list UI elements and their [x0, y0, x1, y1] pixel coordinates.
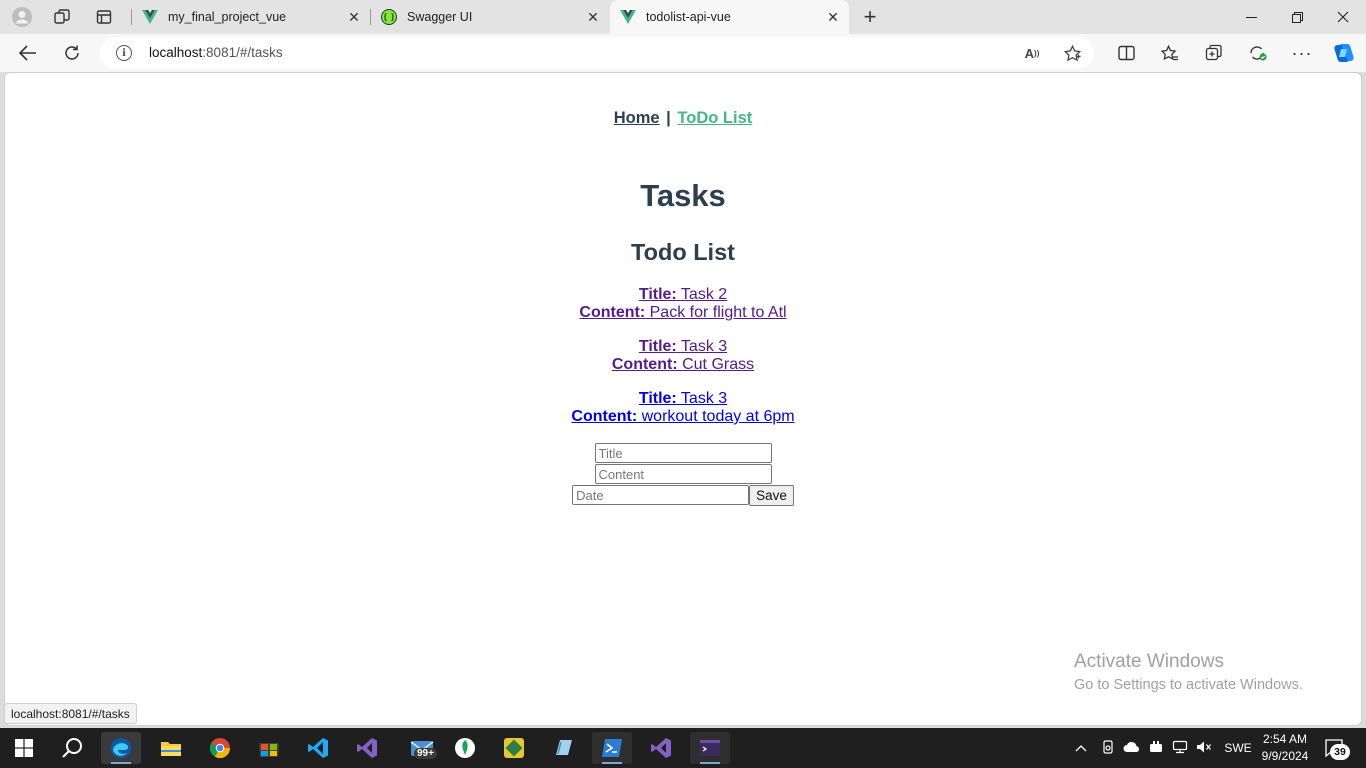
system-tray: SWE — [1072, 728, 1256, 768]
edge-taskbar-icon[interactable] — [101, 732, 141, 764]
clock[interactable]: 2:54 AM 9/9/2024 — [1256, 731, 1314, 765]
browser-essentials-icon[interactable] — [1243, 39, 1273, 67]
visual-studio-2-icon[interactable] — [641, 732, 681, 764]
restore-icon[interactable] — [1274, 0, 1320, 34]
close-window-icon[interactable] — [1320, 0, 1366, 34]
date-input[interactable] — [572, 485, 750, 505]
profile-icon[interactable] — [8, 4, 36, 30]
start-icon[interactable] — [4, 732, 44, 764]
onedrive-cloud-icon[interactable] — [1120, 741, 1144, 756]
settings-more-icon[interactable]: ··· — [1287, 39, 1317, 67]
task-title: Task 3 — [680, 390, 728, 407]
page-viewport: Home | ToDo List Tasks Todo List Title: … — [4, 72, 1362, 726]
activate-windows-watermark: Activate Windows Go to Settings to activ… — [1074, 651, 1303, 693]
task-content-label: Content: — [611, 356, 678, 373]
clock-date: 9/9/2024 — [1261, 749, 1309, 763]
address-url[interactable]: localhost:8081/#/tasks — [149, 45, 283, 60]
swagger-logo-icon — [381, 9, 397, 25]
windows-taskbar: 99+ SWE 2:54 AM 9/9/2024 39 — [0, 728, 1366, 768]
minimize-icon[interactable] — [1228, 0, 1274, 34]
copilot-icon[interactable] — [1329, 39, 1359, 67]
top-nav: Home | ToDo List — [5, 109, 1361, 128]
task-content-label: Content: — [579, 304, 646, 321]
notepad-icon[interactable] — [543, 732, 583, 764]
tab-actions-icon[interactable] — [90, 4, 118, 30]
link-status-bar: localhost:8081/#/tasks — [4, 703, 137, 724]
chrome-icon[interactable] — [200, 732, 240, 764]
mail-badge: 99+ — [414, 748, 437, 759]
search-icon[interactable] — [52, 732, 92, 764]
task-content: Pack for flight to Atl — [649, 304, 787, 321]
microsoft-store-icon[interactable] — [249, 732, 289, 764]
nav-home-link[interactable]: Home — [614, 109, 660, 127]
watermark-line-1: Activate Windows — [1074, 651, 1224, 672]
active-indicator — [602, 762, 622, 764]
site-info-icon[interactable]: i — [116, 45, 132, 61]
vscode-icon[interactable] — [298, 732, 338, 764]
vue-logo-icon — [620, 9, 636, 25]
workspaces-icon[interactable] — [48, 4, 76, 30]
mongodb-compass-icon[interactable] — [445, 732, 485, 764]
visual-studio-icon[interactable] — [347, 732, 387, 764]
back-icon[interactable] — [13, 39, 43, 67]
tab-strip: my_final_project_vue ✕ Swagger UI ✕ todo… — [0, 0, 1366, 34]
task-content: Cut Grass — [682, 356, 755, 373]
input-language[interactable]: SWE — [1220, 741, 1256, 755]
task-title-label: Title: — [638, 286, 677, 303]
active-indicator — [700, 762, 720, 764]
tab-title: Swagger UI — [407, 10, 473, 24]
watermark-line-2: Go to Settings to activate Windows. — [1074, 677, 1303, 693]
terminal-icon[interactable] — [690, 732, 730, 764]
file-explorer-icon[interactable] — [151, 732, 191, 764]
network-icon[interactable] — [1168, 740, 1192, 757]
mail-icon[interactable]: 99+ — [402, 732, 442, 764]
close-tab-icon[interactable]: ✕ — [344, 7, 364, 27]
battery-plug-icon[interactable] — [1144, 740, 1168, 757]
tab-my-final-project-vue[interactable]: my_final_project_vue ✕ — [132, 0, 370, 34]
tab-todolist-api-vue[interactable]: todolist-api-vue ✕ — [610, 0, 849, 34]
task-content-label: Content: — [571, 408, 638, 425]
notification-count-badge: 39 — [1330, 744, 1350, 760]
task-title-label: Title: — [638, 390, 677, 407]
nav-todo-list-link[interactable]: ToDo List — [677, 109, 752, 127]
task-title: Task 3 — [680, 338, 728, 355]
notification-center-icon[interactable]: 39 — [1324, 738, 1350, 763]
clock-time: 2:54 AM — [1262, 732, 1308, 746]
browser-toolbar: i localhost:8081/#/tasks A)) ··· — [0, 34, 1366, 72]
nav-separator: | — [666, 109, 671, 127]
task-content: workout today at 6pm — [641, 408, 795, 425]
split-screen-icon[interactable] — [1111, 39, 1141, 67]
active-indicator — [111, 762, 131, 764]
address-bar[interactable]: i localhost:8081/#/tasks A)) — [100, 37, 1094, 69]
read-aloud-icon[interactable]: A)) — [1022, 43, 1042, 63]
content-input[interactable] — [594, 464, 772, 484]
vue-logo-icon — [142, 9, 158, 25]
task-title-label: Title: — [638, 338, 677, 355]
close-tab-icon[interactable]: ✕ — [583, 7, 603, 27]
volume-muted-icon[interactable] — [1192, 740, 1216, 757]
tab-title: my_final_project_vue — [168, 10, 287, 24]
device-icon[interactable] — [1096, 739, 1120, 757]
tab-title: todolist-api-vue — [646, 10, 731, 24]
page-title: Tasks — [640, 178, 726, 213]
task-link[interactable]: Title: Task 3 Content: Cut Grass — [5, 338, 1361, 374]
new-task-form: Save — [5, 443, 1361, 506]
task-title: Task 2 — [680, 286, 728, 303]
favorites-icon[interactable] — [1155, 39, 1185, 67]
app-icon-yellow[interactable] — [494, 732, 534, 764]
new-tab-icon[interactable]: + — [856, 4, 884, 30]
powershell-icon[interactable] — [592, 732, 632, 764]
favorite-star-icon[interactable] — [1062, 43, 1082, 63]
task-link[interactable]: Title: Task 3 Content: workout today at … — [5, 390, 1361, 426]
task-link[interactable]: Title: Task 2 Content: Pack for flight t… — [5, 286, 1361, 322]
show-hidden-icons-chevron-up-icon[interactable] — [1072, 741, 1090, 755]
collections-icon[interactable] — [1199, 39, 1229, 67]
section-title: Todo List — [631, 239, 735, 265]
save-button[interactable]: Save — [749, 485, 794, 506]
close-tab-icon[interactable]: ✕ — [823, 7, 843, 27]
tab-swagger-ui[interactable]: Swagger UI ✕ — [371, 0, 609, 34]
refresh-icon[interactable] — [57, 39, 87, 67]
task-list: Title: Task 2 Content: Pack for flight t… — [5, 286, 1361, 442]
title-input[interactable] — [594, 443, 772, 463]
